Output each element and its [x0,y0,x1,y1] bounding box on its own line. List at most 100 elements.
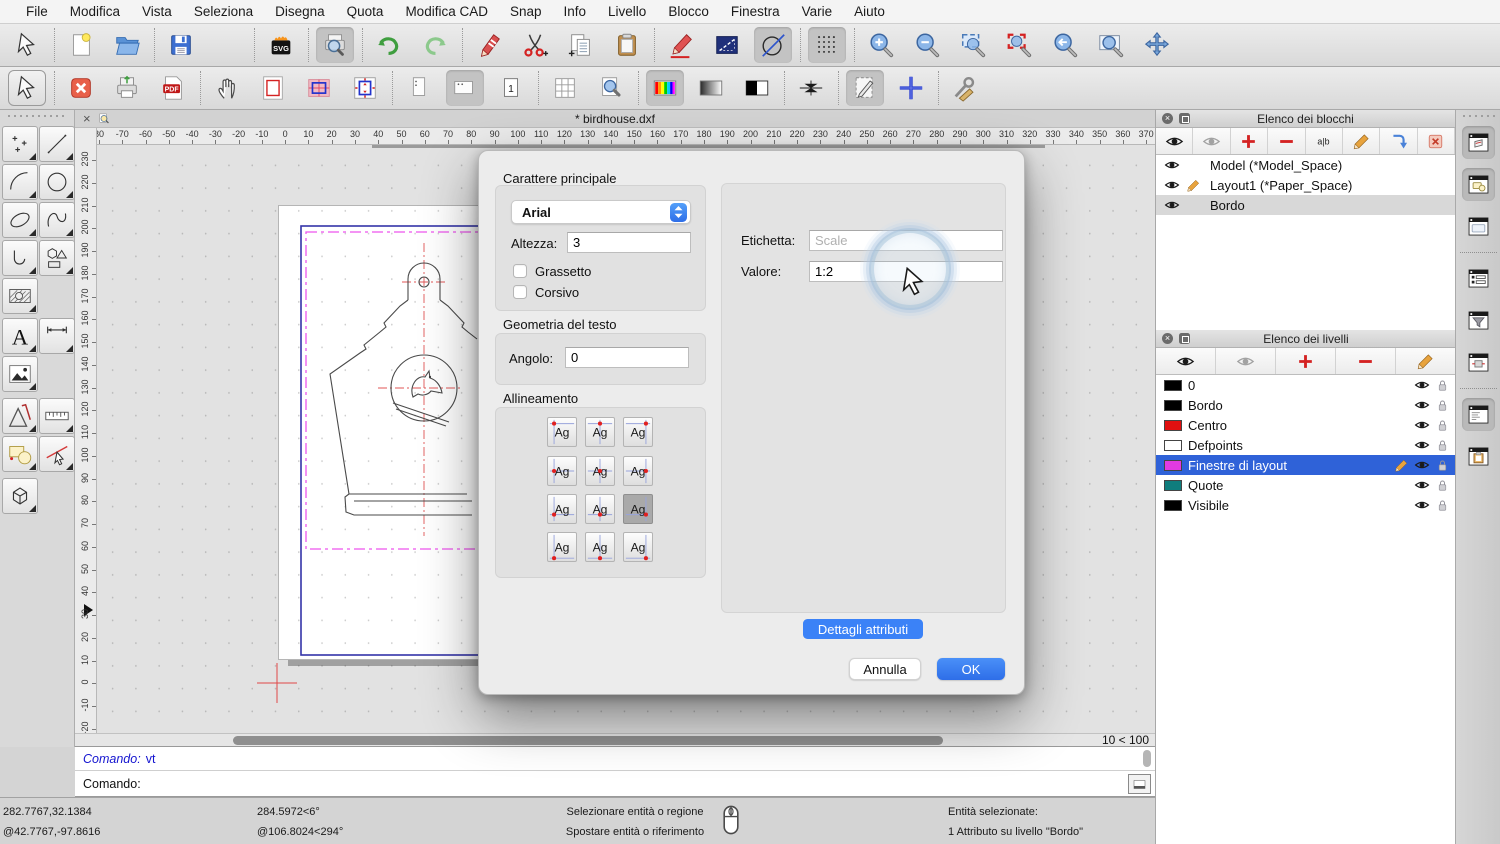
menu-info[interactable]: Info [553,0,598,24]
menu-modifica[interactable]: Modifica [59,0,131,24]
zoom-selection-button[interactable] [1000,27,1038,63]
alignment-button-r0c2[interactable]: Ag [623,417,653,447]
menu-seleziona[interactable]: Seleziona [183,0,264,24]
copy-button[interactable] [562,27,600,63]
cursor-arrow-button[interactable] [8,70,46,106]
zoom-previous-button[interactable] [1046,27,1084,63]
hand-button[interactable] [208,70,246,106]
scrollbar-thumb[interactable] [233,736,943,745]
eye-gray-button[interactable] [1193,128,1230,154]
crosshair-button[interactable] [892,70,930,106]
alignment-button-r3c2[interactable]: Ag [623,532,653,562]
pan-button[interactable] [1138,27,1176,63]
box3d-tool-button[interactable] [2,478,38,514]
ab-button[interactable]: a|b [1306,128,1343,154]
plus-red-button[interactable] [1231,128,1268,154]
win-list-panel-toggle[interactable] [1462,262,1495,295]
layer-row[interactable]: Visibile [1156,495,1456,515]
win-filter-panel-toggle[interactable] [1462,304,1495,337]
alignment-button-r0c1[interactable]: Ag [585,417,615,447]
print-preview-button[interactable] [316,27,354,63]
lineweight-button[interactable] [792,70,830,106]
panel-float-icon[interactable] [1179,113,1190,124]
dimension-tool-button[interactable] [39,318,75,354]
svg-export-button[interactable]: SVG [262,27,300,63]
insert-button[interactable] [1380,128,1417,154]
alignment-button-r0c0[interactable]: Ag [547,417,577,447]
delete-x-button[interactable] [1418,128,1455,154]
cancel-button[interactable]: Annulla [849,658,921,680]
block-row[interactable]: Layout1 (*Paper_Space) [1156,175,1455,195]
alignment-button-r3c0[interactable]: Ag [547,532,577,562]
spline-tool-button[interactable] [39,202,75,238]
plus-red-button[interactable] [1276,348,1336,374]
eye-button[interactable] [1156,348,1216,374]
zoom-page-button[interactable] [592,70,630,106]
zoom-out-button[interactable] [908,27,946,63]
save-button[interactable] [162,27,200,63]
page-landscape-button[interactable] [446,70,484,106]
grid-tiles-button[interactable] [546,70,584,106]
bw-mode-button[interactable] [738,70,776,106]
save-as-button[interactable] [208,27,246,63]
new-file-button[interactable] [62,27,100,63]
menu-modifica-cad[interactable]: Modifica CAD [394,0,499,24]
minus-red-button[interactable] [1336,348,1396,374]
alignment-button-r3c1[interactable]: Ag [585,532,615,562]
height-input[interactable] [567,232,691,253]
alignment-button-r1c2[interactable]: Ag [623,456,653,486]
grid-dots-button[interactable] [808,27,846,63]
layer-row[interactable]: Quote [1156,475,1456,495]
redo-button[interactable] [416,27,454,63]
history-scrollbar-thumb[interactable] [1143,750,1151,767]
menu-finestra[interactable]: Finestra [720,0,791,24]
cursor-arrow-button[interactable] [8,27,46,63]
italic-checkbox[interactable] [513,285,527,299]
block-row[interactable]: Bordo [1156,195,1455,215]
draw-pencil-button[interactable] [662,27,700,63]
win-command-panel-toggle[interactable] [1462,398,1495,431]
panel-close-icon[interactable]: × [1162,113,1173,124]
win-view-panel-toggle[interactable] [1462,210,1495,243]
text-tool-button[interactable]: A [2,318,38,354]
layer-row[interactable]: Finestre di layout [1156,455,1456,475]
color-mode-button[interactable] [646,70,684,106]
shapes-tool-button[interactable] [39,240,75,276]
paste-button[interactable] [608,27,646,63]
win-dim-panel-toggle[interactable] [1462,346,1495,379]
win-clipboard-panel-toggle[interactable] [1462,440,1495,473]
menu-snap[interactable]: Snap [499,0,553,24]
menu-quota[interactable]: Quota [336,0,395,24]
line-tool-button[interactable] [39,126,75,162]
grayscale-mode-button[interactable] [692,70,730,106]
page-number-button[interactable]: 1 [492,70,530,106]
polyline-tool-button[interactable] [2,240,38,276]
grid-overlay-button[interactable] [300,70,338,106]
menu-aiuto[interactable]: Aiuto [843,0,896,24]
zoom-auto-button[interactable] [954,27,992,63]
layer-row[interactable]: Defpoints [1156,435,1456,455]
block-tool-button[interactable] [2,436,38,472]
open-folder-button[interactable] [108,27,146,63]
ok-button[interactable]: OK [937,658,1005,680]
alignment-button-r2c0[interactable]: Ag [547,494,577,524]
viewport-rect-button[interactable] [346,70,384,106]
pencil-button[interactable] [1343,128,1380,154]
menu-vista[interactable]: Vista [131,0,183,24]
command-input[interactable] [147,774,1121,794]
attribute-details-button[interactable]: Dettagli attributi [803,619,923,639]
win-shapes-panel-toggle[interactable] [1462,168,1495,201]
eye-gray-button[interactable] [1216,348,1276,374]
arc-tool-button[interactable] [2,164,38,200]
ellipse-tool-button[interactable] [2,202,38,238]
panel-float-icon[interactable] [1179,333,1190,344]
pdf-button[interactable]: PDF [154,70,192,106]
zoom-window-button[interactable] [1092,27,1130,63]
command-panel-toggle-button[interactable] [1128,774,1151,794]
alignment-button-r1c1[interactable]: Ag [585,456,615,486]
settings-tools-button[interactable] [946,70,984,106]
page-portrait-button[interactable] [400,70,438,106]
circle-tool-button[interactable] [39,164,75,200]
delete-eraser-button[interactable] [470,27,508,63]
alignment-button-r2c2[interactable]: Ag [623,494,653,524]
